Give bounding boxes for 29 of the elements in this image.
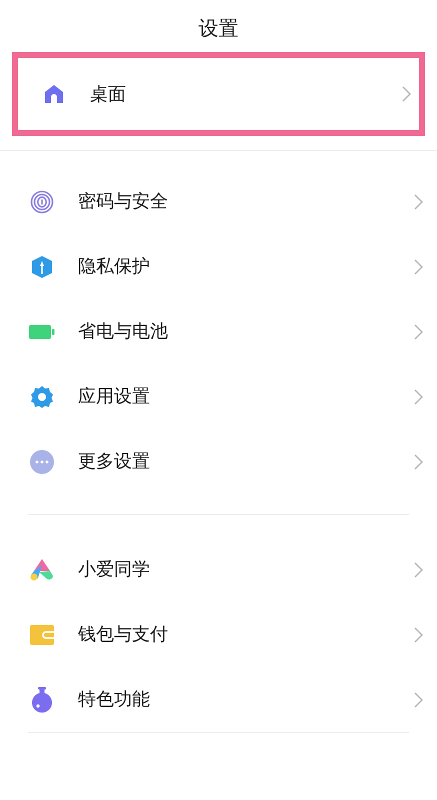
home-icon [43,83,65,105]
gear-icon [30,384,54,408]
item-label: 密码与安全 [78,190,169,213]
settings-item[interactable]: 桌面 [12,52,425,136]
flask-icon [30,686,54,712]
item-label: 桌面 [90,82,127,106]
chevron-icon [414,324,423,340]
item-label: 特色功能 [78,688,151,711]
item-label: 小爱同学 [78,558,151,581]
chevron-icon [414,454,423,470]
chevron-icon [414,626,423,642]
wallet-icon [30,624,54,644]
chevron-icon [414,562,423,578]
more-icon [30,450,54,474]
page-title: 设置 [198,17,240,42]
battery-icon [29,324,55,340]
chevron-icon [414,692,423,708]
item-label: 应用设置 [78,385,151,408]
item-label: 隐私保护 [78,255,151,278]
item-label: 省电与电池 [78,320,169,343]
chevron-icon [414,194,423,210]
chevron-icon [414,388,423,404]
item-label: 钱包与支付 [78,623,169,646]
chevron-icon [402,86,411,102]
assistant-logo-icon [29,558,55,582]
shield-icon [31,254,53,278]
item-label: 更多设置 [78,450,151,473]
chevron-icon [414,258,423,274]
fingerprint-icon [30,190,54,214]
